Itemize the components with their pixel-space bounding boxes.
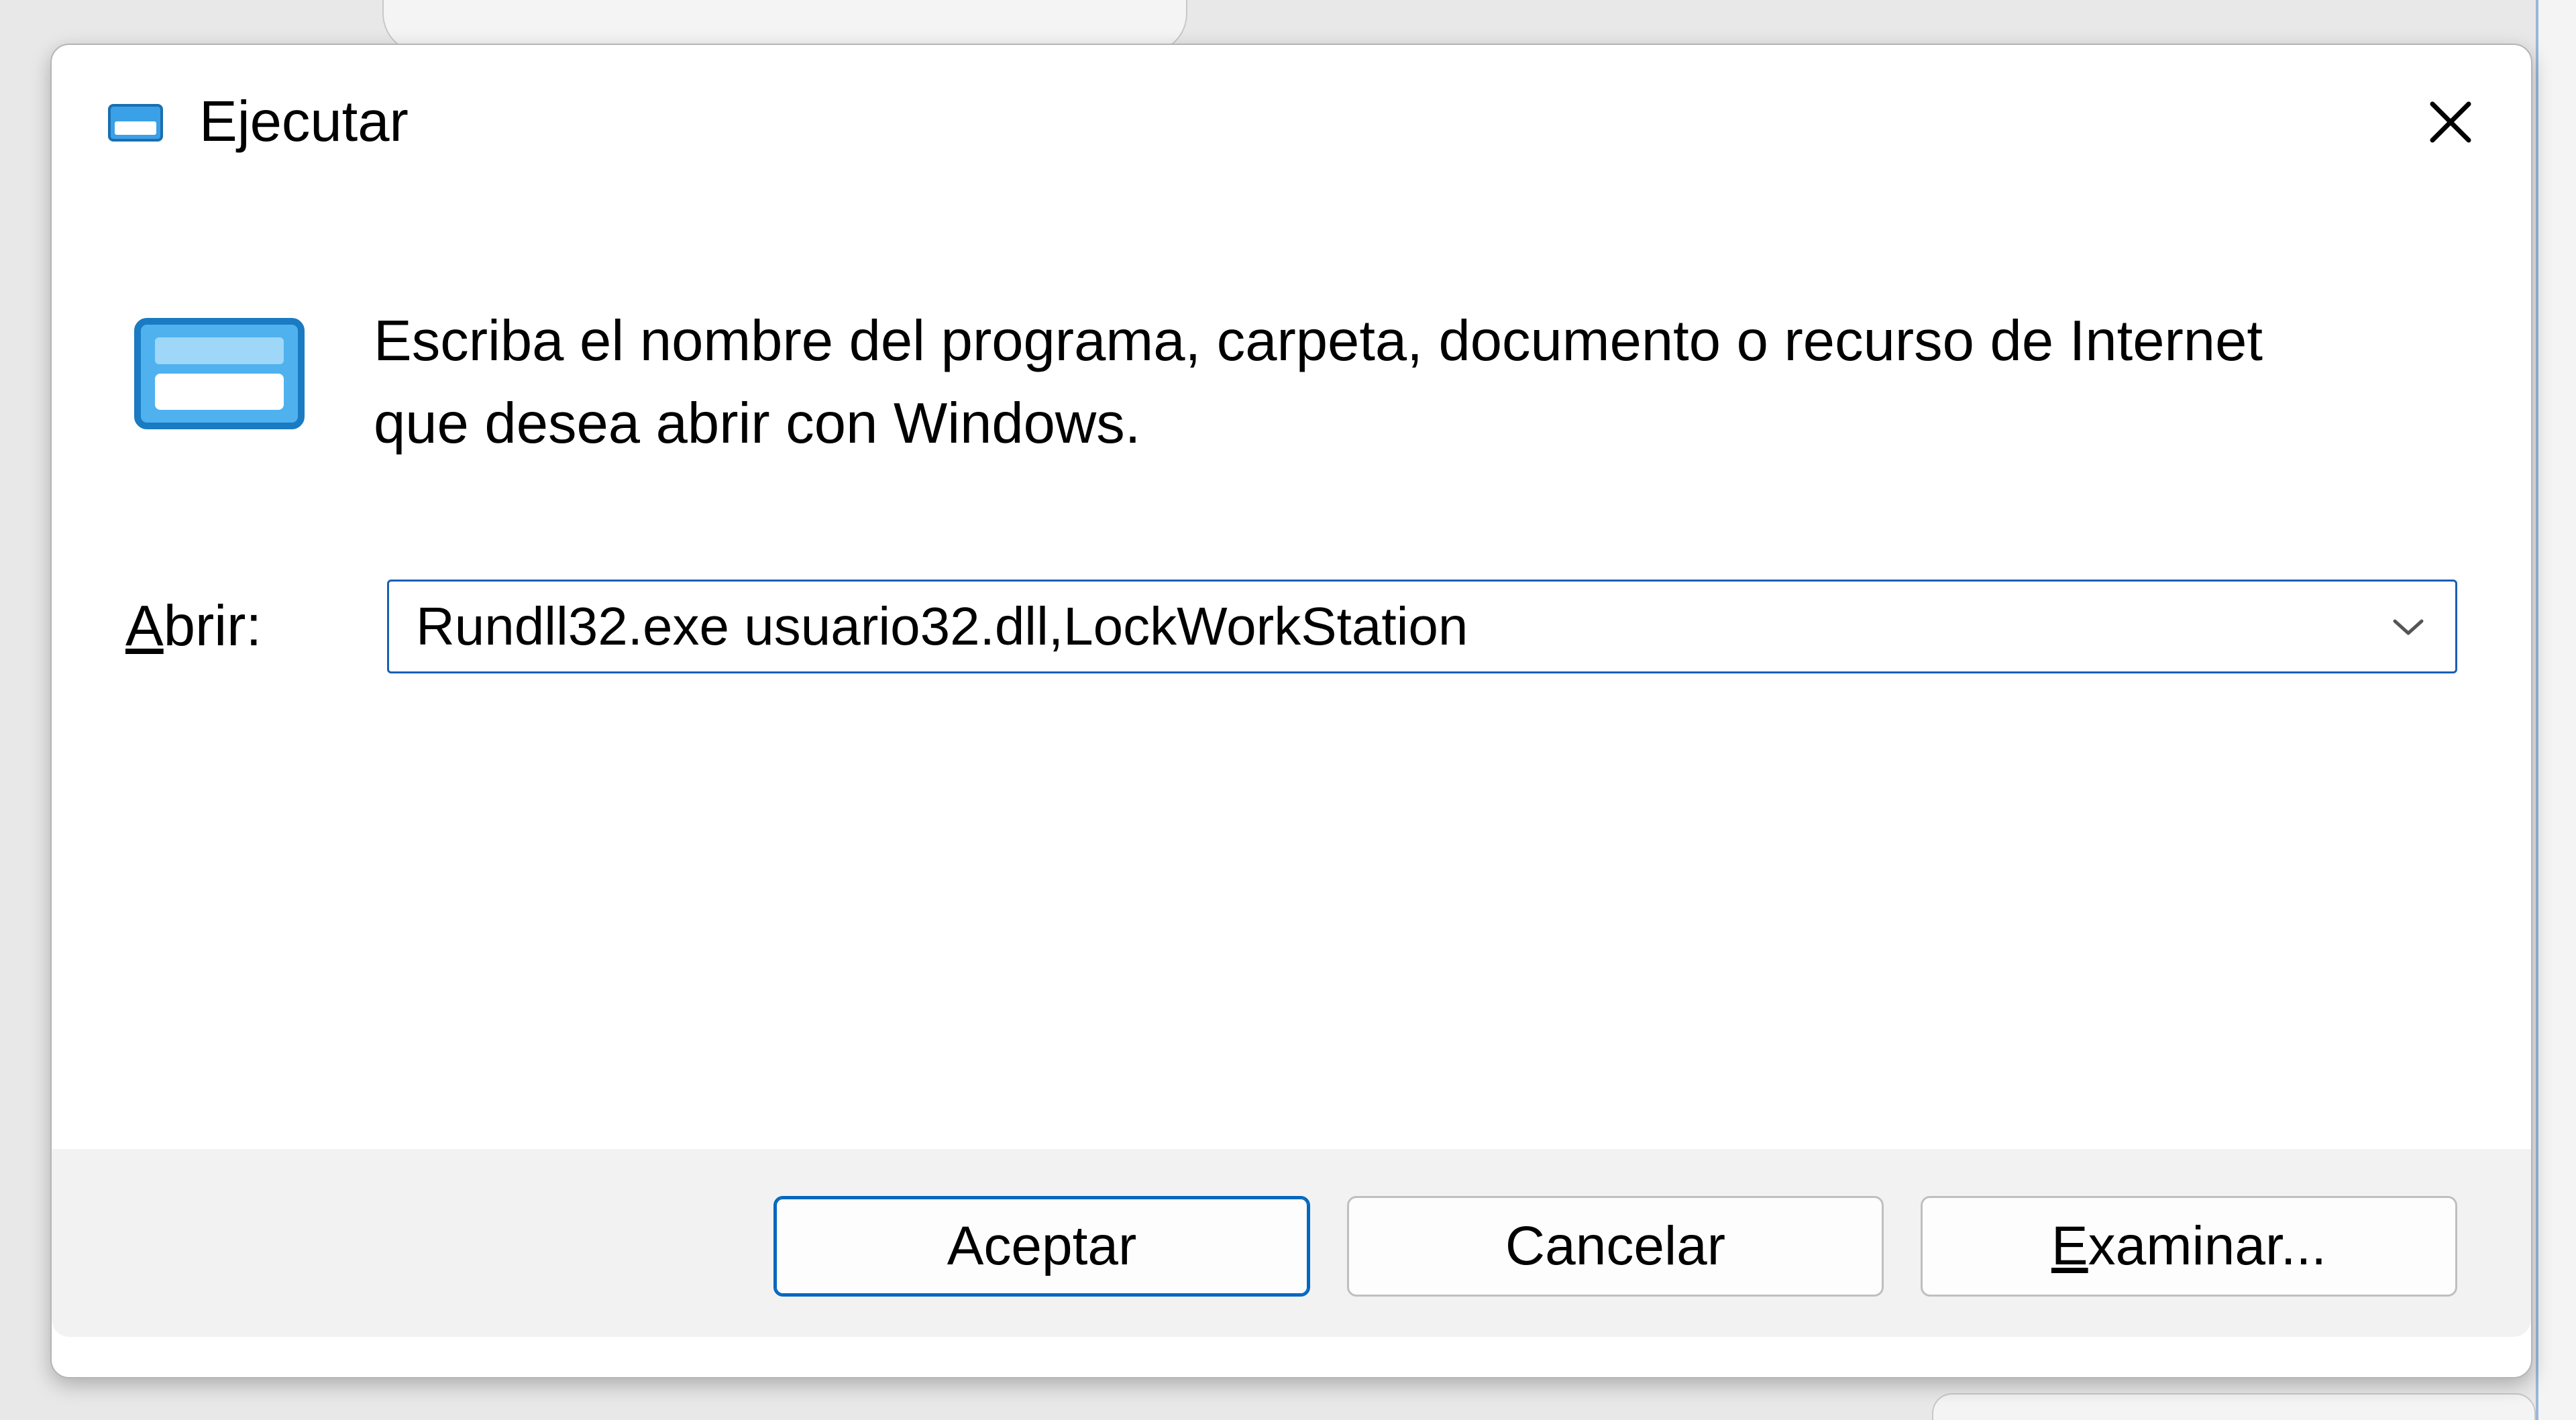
- description-row: Escriba el nombre del programa, carpeta,…: [125, 300, 2457, 466]
- ok-button[interactable]: Aceptar: [773, 1196, 1310, 1297]
- open-row: Abrir:: [125, 580, 2457, 673]
- run-dialog: Ejecutar Escriba el nombre del programa,…: [50, 44, 2532, 1378]
- dialog-title: Ejecutar: [199, 89, 2410, 155]
- dialog-content: Escriba el nombre del programa, carpeta,…: [52, 199, 2531, 1377]
- dialog-description: Escriba el nombre del programa, carpeta,…: [374, 300, 2319, 466]
- close-icon: [2427, 99, 2474, 146]
- background-panel-right: [2536, 0, 2576, 1420]
- chevron-down-icon[interactable]: [2388, 606, 2428, 647]
- button-row: Aceptar Cancelar Examinar...: [52, 1149, 2531, 1337]
- cancel-button[interactable]: Cancelar: [1347, 1196, 1884, 1297]
- open-input[interactable]: [416, 596, 2388, 657]
- run-icon-large: [125, 307, 313, 441]
- open-label: Abrir:: [125, 594, 347, 659]
- titlebar: Ejecutar: [52, 45, 2531, 199]
- open-combobox[interactable]: [387, 580, 2457, 673]
- run-icon: [105, 99, 166, 146]
- background-panel-bottom: [1932, 1393, 2536, 1420]
- ok-button-label: Aceptar: [947, 1215, 1137, 1278]
- close-button[interactable]: [2410, 82, 2491, 162]
- browse-accel: E: [2051, 1215, 2088, 1276]
- browse-rest: xaminar...: [2088, 1215, 2326, 1276]
- open-label-rest: brir:: [164, 594, 262, 658]
- browse-button-label: Examinar...: [2051, 1215, 2326, 1278]
- browse-button[interactable]: Examinar...: [1921, 1196, 2457, 1297]
- open-label-accel: A: [125, 594, 164, 658]
- cancel-button-label: Cancelar: [1505, 1215, 1725, 1278]
